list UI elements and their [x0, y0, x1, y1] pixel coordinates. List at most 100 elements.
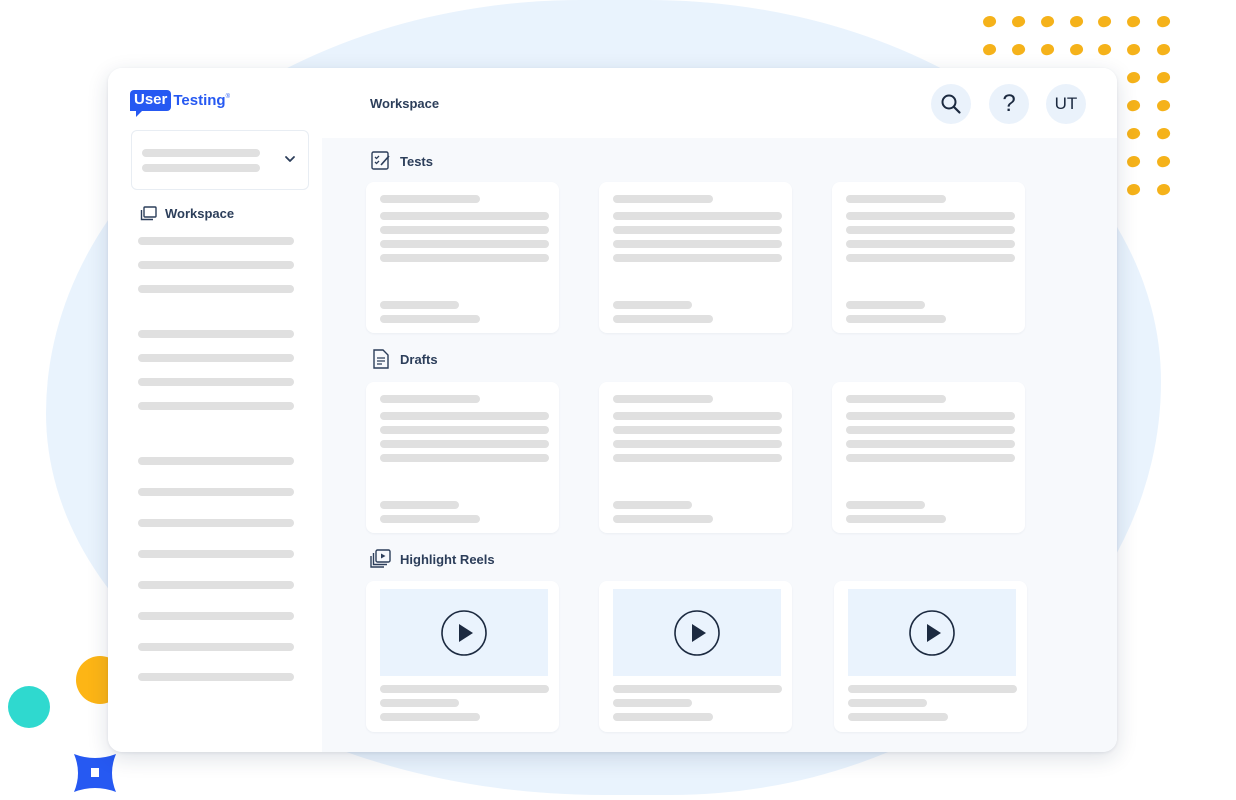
section-title: Drafts	[400, 351, 438, 367]
decorative-dot	[1155, 70, 1172, 85]
placeholder-line	[613, 195, 713, 203]
draft-card[interactable]	[599, 382, 792, 533]
sidebar-placeholder-line	[138, 581, 294, 589]
checklist-icon	[371, 151, 390, 170]
placeholder-line	[380, 440, 549, 448]
placeholder-line	[380, 699, 459, 707]
sidebar-placeholder-line	[138, 261, 294, 269]
decorative-dot	[1125, 154, 1142, 169]
help-button[interactable]: ?	[989, 84, 1029, 124]
placeholder-line	[380, 315, 480, 323]
placeholder-line	[613, 515, 713, 523]
section-header-tests: Tests	[370, 150, 433, 172]
decorative-dot	[1125, 14, 1142, 29]
decorative-dot	[1125, 182, 1142, 197]
section-title: Tests	[400, 153, 433, 169]
document-icon	[373, 349, 389, 369]
placeholder-line	[380, 515, 480, 523]
test-card[interactable]	[599, 182, 792, 333]
video-thumbnail[interactable]	[613, 589, 781, 676]
help-icon: ?	[1002, 90, 1016, 117]
placeholder-line	[613, 395, 713, 403]
sidebar-placeholder-line	[138, 550, 294, 558]
sidebar-placeholder-line	[138, 378, 294, 386]
decorative-teal-circle	[8, 686, 50, 728]
placeholder-line	[380, 195, 480, 203]
sidebar-placeholder-line	[138, 519, 294, 527]
placeholder-line	[613, 713, 713, 721]
placeholder-line	[380, 212, 549, 220]
section-title: Highlight Reels	[400, 551, 495, 567]
decorative-dot	[1039, 14, 1056, 29]
play-icon[interactable]	[440, 609, 488, 657]
decorative-dot	[1010, 42, 1027, 57]
decorative-dot	[1155, 14, 1172, 29]
test-card[interactable]	[366, 182, 559, 333]
placeholder-line	[613, 301, 692, 309]
placeholder-line	[613, 426, 782, 434]
placeholder-line	[846, 301, 925, 309]
search-button[interactable]	[931, 84, 971, 124]
placeholder-line	[848, 713, 948, 721]
logo-trademark: ®	[225, 93, 231, 100]
play-icon[interactable]	[908, 609, 956, 657]
placeholder-line	[848, 685, 1017, 693]
avatar[interactable]: UT	[1046, 84, 1086, 124]
sidebar-placeholder-line	[138, 488, 294, 496]
search-icon	[941, 94, 961, 114]
placeholder-line	[380, 412, 549, 420]
sidebar-placeholder-line	[138, 612, 294, 620]
section-header-highlight-reels: Highlight Reels	[370, 548, 495, 570]
decorative-dot	[1155, 42, 1172, 57]
section-header-drafts: Drafts	[370, 348, 438, 370]
video-thumbnail[interactable]	[848, 589, 1016, 676]
placeholder-line	[613, 412, 782, 420]
placeholder-line	[613, 440, 782, 448]
sidebar-item-workspace[interactable]: Workspace	[140, 206, 234, 221]
highlight-reel-card[interactable]	[834, 581, 1027, 732]
placeholder-line	[846, 254, 1015, 262]
placeholder-line	[613, 226, 782, 234]
top-header: Workspace ? UT	[322, 68, 1117, 138]
placeholder-line	[142, 164, 260, 172]
test-card[interactable]	[832, 182, 1025, 333]
placeholder-line	[613, 699, 692, 707]
placeholder-line	[380, 685, 549, 693]
highlight-reel-card[interactable]	[366, 581, 559, 732]
placeholder-line	[613, 212, 782, 220]
placeholder-line	[380, 240, 549, 248]
draft-card[interactable]	[366, 382, 559, 533]
sidebar-placeholder-line	[138, 285, 294, 293]
decorative-dot	[1096, 42, 1113, 57]
placeholder-line	[846, 412, 1015, 420]
placeholder-line	[846, 426, 1015, 434]
sidebar-placeholder-line	[138, 402, 294, 410]
sidebar-item-label: Workspace	[165, 206, 235, 221]
placeholder-line	[380, 301, 459, 309]
decorative-dot	[1125, 126, 1142, 141]
decorative-dot	[1010, 14, 1027, 29]
decorative-dot	[981, 14, 998, 29]
highlight-reel-card[interactable]	[599, 581, 792, 732]
placeholder-line	[846, 315, 946, 323]
placeholder-line	[846, 454, 1015, 462]
decorative-dot	[1096, 14, 1113, 29]
placeholder-line	[846, 226, 1015, 234]
logo-testing-text: Testing	[173, 91, 226, 109]
video-thumbnail[interactable]	[380, 589, 548, 676]
decorative-dot	[1125, 42, 1142, 57]
workspace-selector[interactable]	[131, 130, 309, 190]
decorative-dot	[1068, 42, 1085, 57]
play-icon[interactable]	[673, 609, 721, 657]
decorative-dot	[981, 42, 998, 57]
usertesting-logo[interactable]: User Testing ®	[130, 90, 231, 117]
draft-card[interactable]	[832, 382, 1025, 533]
logo-user-text: User	[130, 90, 172, 117]
sidebar-placeholder-line	[138, 237, 294, 245]
placeholder-line	[846, 501, 925, 509]
sidebar: User Testing ® Workspace	[108, 68, 322, 752]
placeholder-line	[613, 315, 713, 323]
placeholder-line	[846, 212, 1015, 220]
placeholder-line	[613, 685, 782, 693]
placeholder-line	[846, 240, 1015, 248]
